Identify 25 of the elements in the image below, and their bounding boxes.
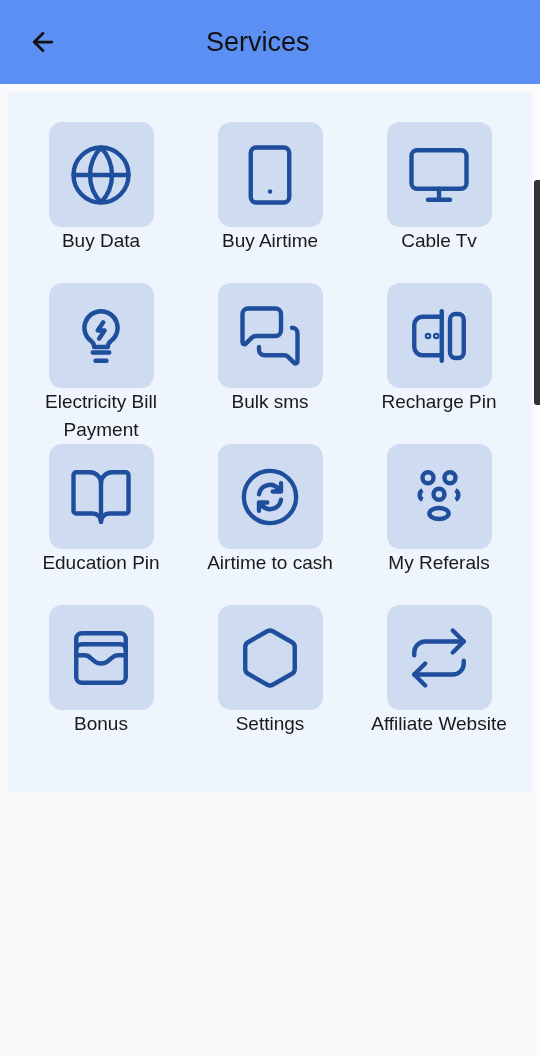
- service-item[interactable]: My Referals: [354, 444, 524, 577]
- service-label: Electricity Bill Payment: [44, 390, 158, 442]
- page-title: Services: [206, 26, 310, 58]
- service-item[interactable]: Bonus: [16, 605, 186, 738]
- service-label: My Referals: [387, 551, 491, 575]
- service-label: Cable Tv: [400, 229, 478, 253]
- service-item[interactable]: Settings: [185, 605, 355, 738]
- service-label: Affiliate Website: [370, 712, 508, 736]
- service-label: Education Pin: [41, 551, 161, 575]
- service-item[interactable]: Electricity Bill Payment: [16, 283, 186, 444]
- service-item[interactable]: Affiliate Website: [354, 605, 524, 738]
- service-item[interactable]: Bulk sms: [185, 283, 355, 416]
- service-label: Bulk sms: [230, 390, 310, 414]
- service-label: Buy Airtime: [220, 229, 320, 253]
- service-item[interactable]: Education Pin: [16, 444, 186, 577]
- service-label: Bonus: [73, 712, 129, 736]
- service-item[interactable]: Buy Airtime: [185, 122, 355, 255]
- service-label: Settings: [234, 712, 306, 736]
- service-label: Airtime to cash: [206, 551, 334, 575]
- service-item[interactable]: Cable Tv: [354, 122, 524, 255]
- service-item[interactable]: Recharge Pin: [354, 283, 524, 416]
- service-label: Recharge Pin: [380, 390, 498, 414]
- service-item[interactable]: Buy Data: [16, 122, 186, 255]
- service-label: Buy Data: [60, 229, 142, 253]
- service-item[interactable]: Airtime to cash: [185, 444, 355, 577]
